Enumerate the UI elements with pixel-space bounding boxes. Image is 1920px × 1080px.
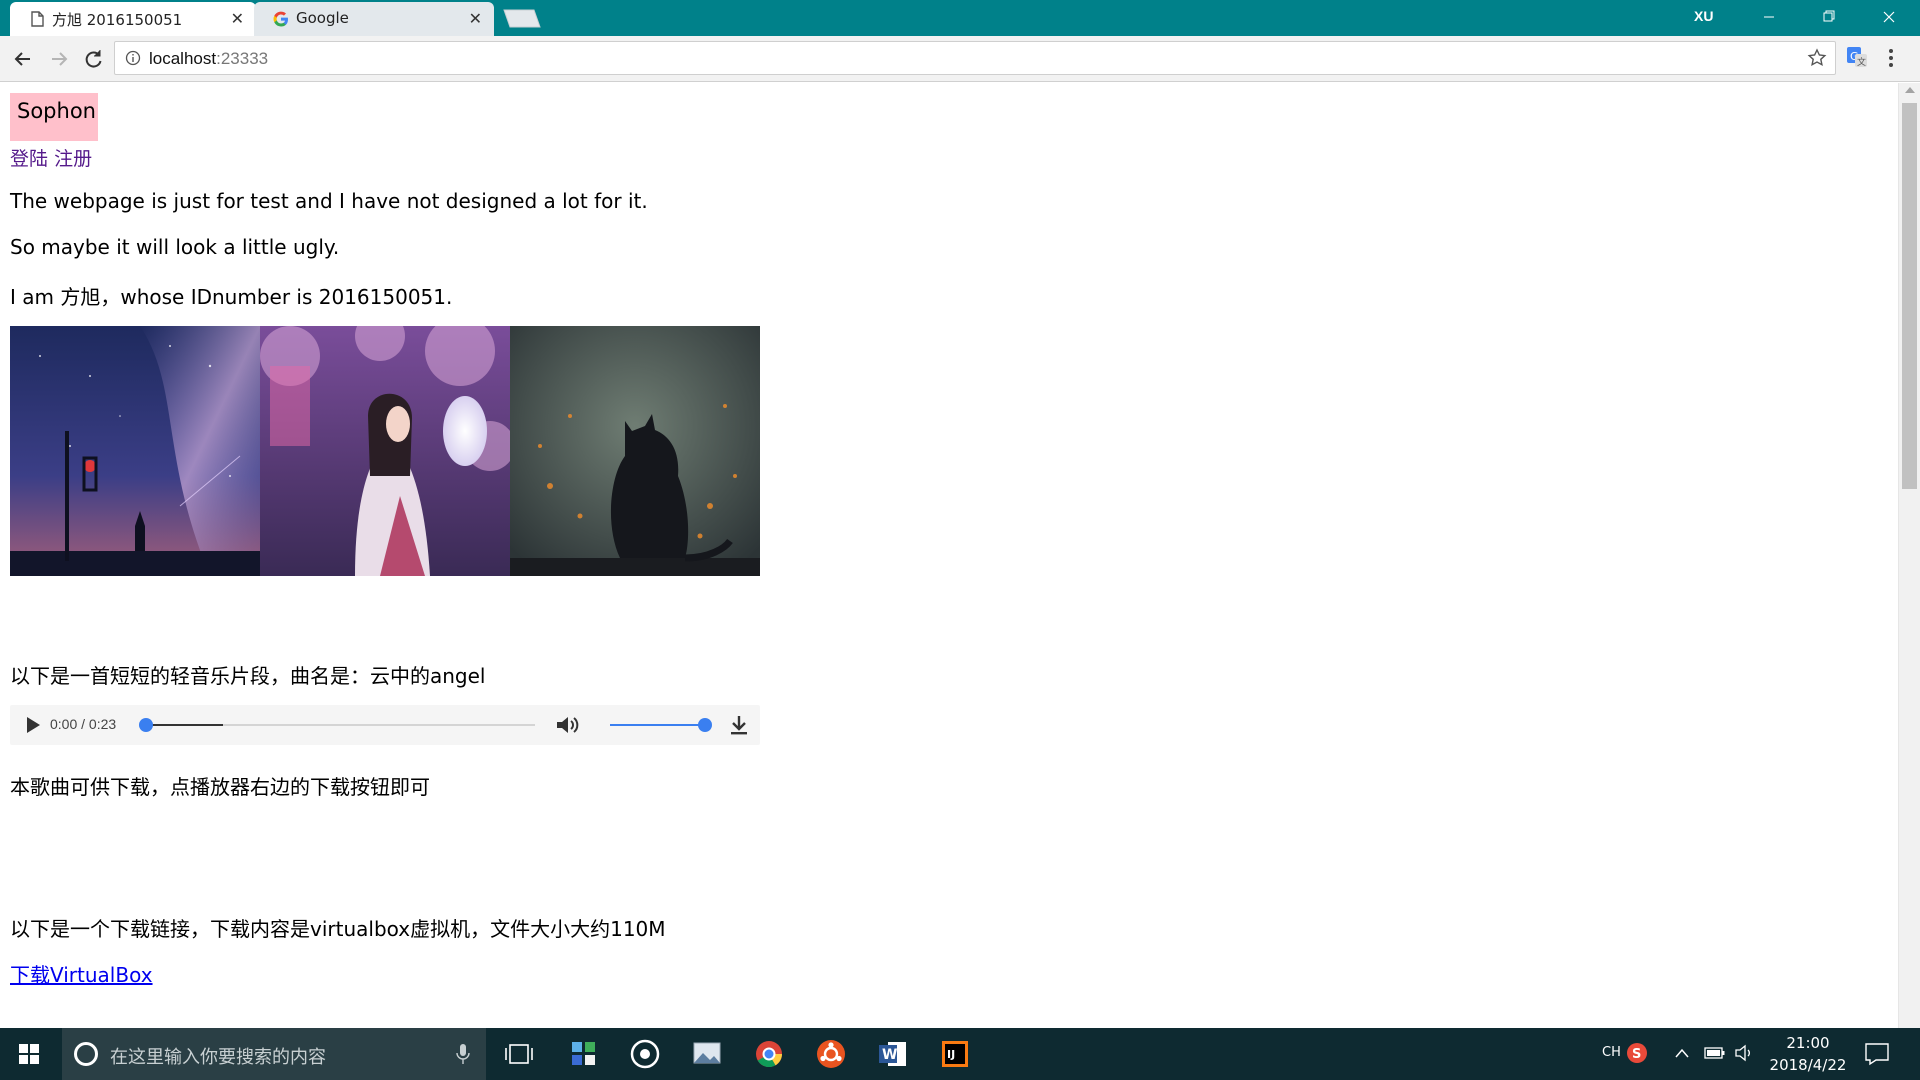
intellij-icon[interactable]: IJ: [926, 1028, 984, 1080]
music-intro-text: 以下是一首短短的轻音乐片段，曲名是：云中的angel: [10, 664, 486, 688]
notification-center-icon[interactable]: [1864, 1042, 1890, 1066]
register-link[interactable]: 注册: [54, 148, 92, 170]
back-arrow-icon[interactable]: [8, 44, 38, 74]
svg-text:S: S: [1632, 1047, 1641, 1062]
intro-paragraph: So maybe it will look a little ugly.: [10, 235, 340, 259]
new-tab-button[interactable]: [502, 9, 542, 28]
seek-handle[interactable]: [139, 718, 153, 732]
tab-google[interactable]: Google ✕: [254, 2, 494, 36]
minimize-icon[interactable]: [1740, 0, 1798, 34]
google-icon: [273, 11, 288, 27]
taskbar-clock[interactable]: 21:00 2018/4/22: [1768, 1032, 1848, 1076]
clock-date: 2018/4/22: [1769, 1056, 1847, 1074]
cat-silhouette-photo: [510, 326, 760, 576]
vbox-intro-text: 以下是一个下载链接，下载内容是virtualbox虚拟机，文件大小大约110M: [10, 917, 666, 941]
tab-close-icon[interactable]: ✕: [469, 9, 482, 28]
ubuntu-icon[interactable]: [802, 1028, 860, 1080]
network-app-icon[interactable]: [554, 1028, 612, 1080]
audio-player: 0:00 / 0:23: [10, 705, 760, 745]
battery-icon[interactable]: [1704, 1046, 1726, 1060]
page-scrollbar[interactable]: [1898, 83, 1920, 1028]
word-icon[interactable]: W: [864, 1028, 922, 1080]
chrome-icon[interactable]: [740, 1028, 798, 1080]
tab-title: Google: [296, 9, 349, 27]
info-icon[interactable]: [125, 50, 141, 66]
login-link[interactable]: 登陆: [10, 148, 48, 170]
seek-buffered: [145, 724, 223, 726]
sogou-input-icon[interactable]: S: [1626, 1042, 1648, 1064]
site-logo: Sophon: [10, 93, 98, 141]
download-icon[interactable]: [728, 714, 750, 736]
lantern-girl-photo: [260, 326, 510, 576]
auth-links: 登陆 注册: [10, 144, 92, 171]
tab-title: 方旭 2016150051: [52, 11, 183, 29]
seek-slider[interactable]: [139, 718, 535, 732]
identity-paragraph: I am 方旭，whose IDnumber is 2016150051.: [10, 285, 453, 309]
volume-handle[interactable]: [698, 718, 712, 732]
close-window-icon[interactable]: [1860, 0, 1918, 34]
search-placeholder: 在这里输入你要搜索的内容: [110, 1047, 326, 1068]
music-player-icon[interactable]: [616, 1028, 674, 1080]
intro-paragraph: The webpage is just for test and I have …: [10, 189, 648, 213]
svg-text:文: 文: [1857, 56, 1866, 68]
page-viewport: Sophon 登陆 注册 The webpage is just for tes…: [0, 83, 1898, 1028]
audio-time: 0:00 / 0:23: [50, 716, 117, 732]
bookmark-star-icon[interactable]: [1807, 48, 1827, 68]
windows-taskbar: 在这里输入你要搜索的内容 W IJ CH S 21:00 2018/4/22: [0, 1028, 1920, 1080]
tab-close-icon[interactable]: ✕: [231, 9, 244, 28]
download-virtualbox-link[interactable]: 下载VirtualBox: [10, 959, 153, 988]
tab-active[interactable]: 方旭 2016150051 ✕: [10, 2, 256, 36]
url-text[interactable]: localhost:23333: [149, 49, 268, 69]
forward-arrow-icon[interactable]: [44, 44, 74, 74]
download-hint-text: 本歌曲可供下载，点播放器右边的下载按钮即可: [10, 775, 430, 799]
volume-slider[interactable]: [610, 718, 712, 732]
taskbar-search-box[interactable]: 在这里输入你要搜索的内容: [62, 1028, 486, 1080]
browser-title-bar: 方旭 2016150051 ✕ Google ✕ XU: [0, 0, 1920, 36]
page-icon: [31, 11, 44, 27]
image-viewer-icon[interactable]: [678, 1028, 736, 1080]
cortana-icon: [74, 1042, 98, 1066]
starry-sky-photo: [10, 326, 260, 576]
scrollbar-thumb[interactable]: [1902, 103, 1917, 489]
translate-icon[interactable]: G文: [1846, 46, 1868, 68]
browser-toolbar: localhost:23333 G文: [0, 36, 1920, 82]
menu-kebab-icon[interactable]: [1884, 46, 1898, 70]
speaker-icon[interactable]: [1734, 1043, 1756, 1063]
play-icon[interactable]: [24, 715, 42, 735]
volume-fill: [610, 724, 706, 726]
reload-icon[interactable]: [78, 44, 108, 74]
clock-time: 21:00: [1786, 1034, 1830, 1052]
profile-name[interactable]: XU: [1694, 8, 1713, 24]
ime-indicator[interactable]: CH: [1602, 1045, 1621, 1060]
svg-text:W: W: [882, 1047, 897, 1063]
microphone-icon[interactable]: [456, 1043, 470, 1065]
volume-icon[interactable]: [555, 714, 581, 736]
scroll-up-arrow-icon[interactable]: [1905, 87, 1915, 93]
windows-start-icon[interactable]: [0, 1028, 58, 1080]
svg-text:IJ: IJ: [947, 1048, 955, 1061]
task-view-icon[interactable]: [490, 1028, 548, 1080]
chevron-up-icon[interactable]: [1674, 1046, 1690, 1060]
photo-gallery: [10, 326, 760, 576]
address-bar[interactable]: localhost:23333: [114, 41, 1836, 75]
restore-icon[interactable]: [1800, 0, 1858, 34]
